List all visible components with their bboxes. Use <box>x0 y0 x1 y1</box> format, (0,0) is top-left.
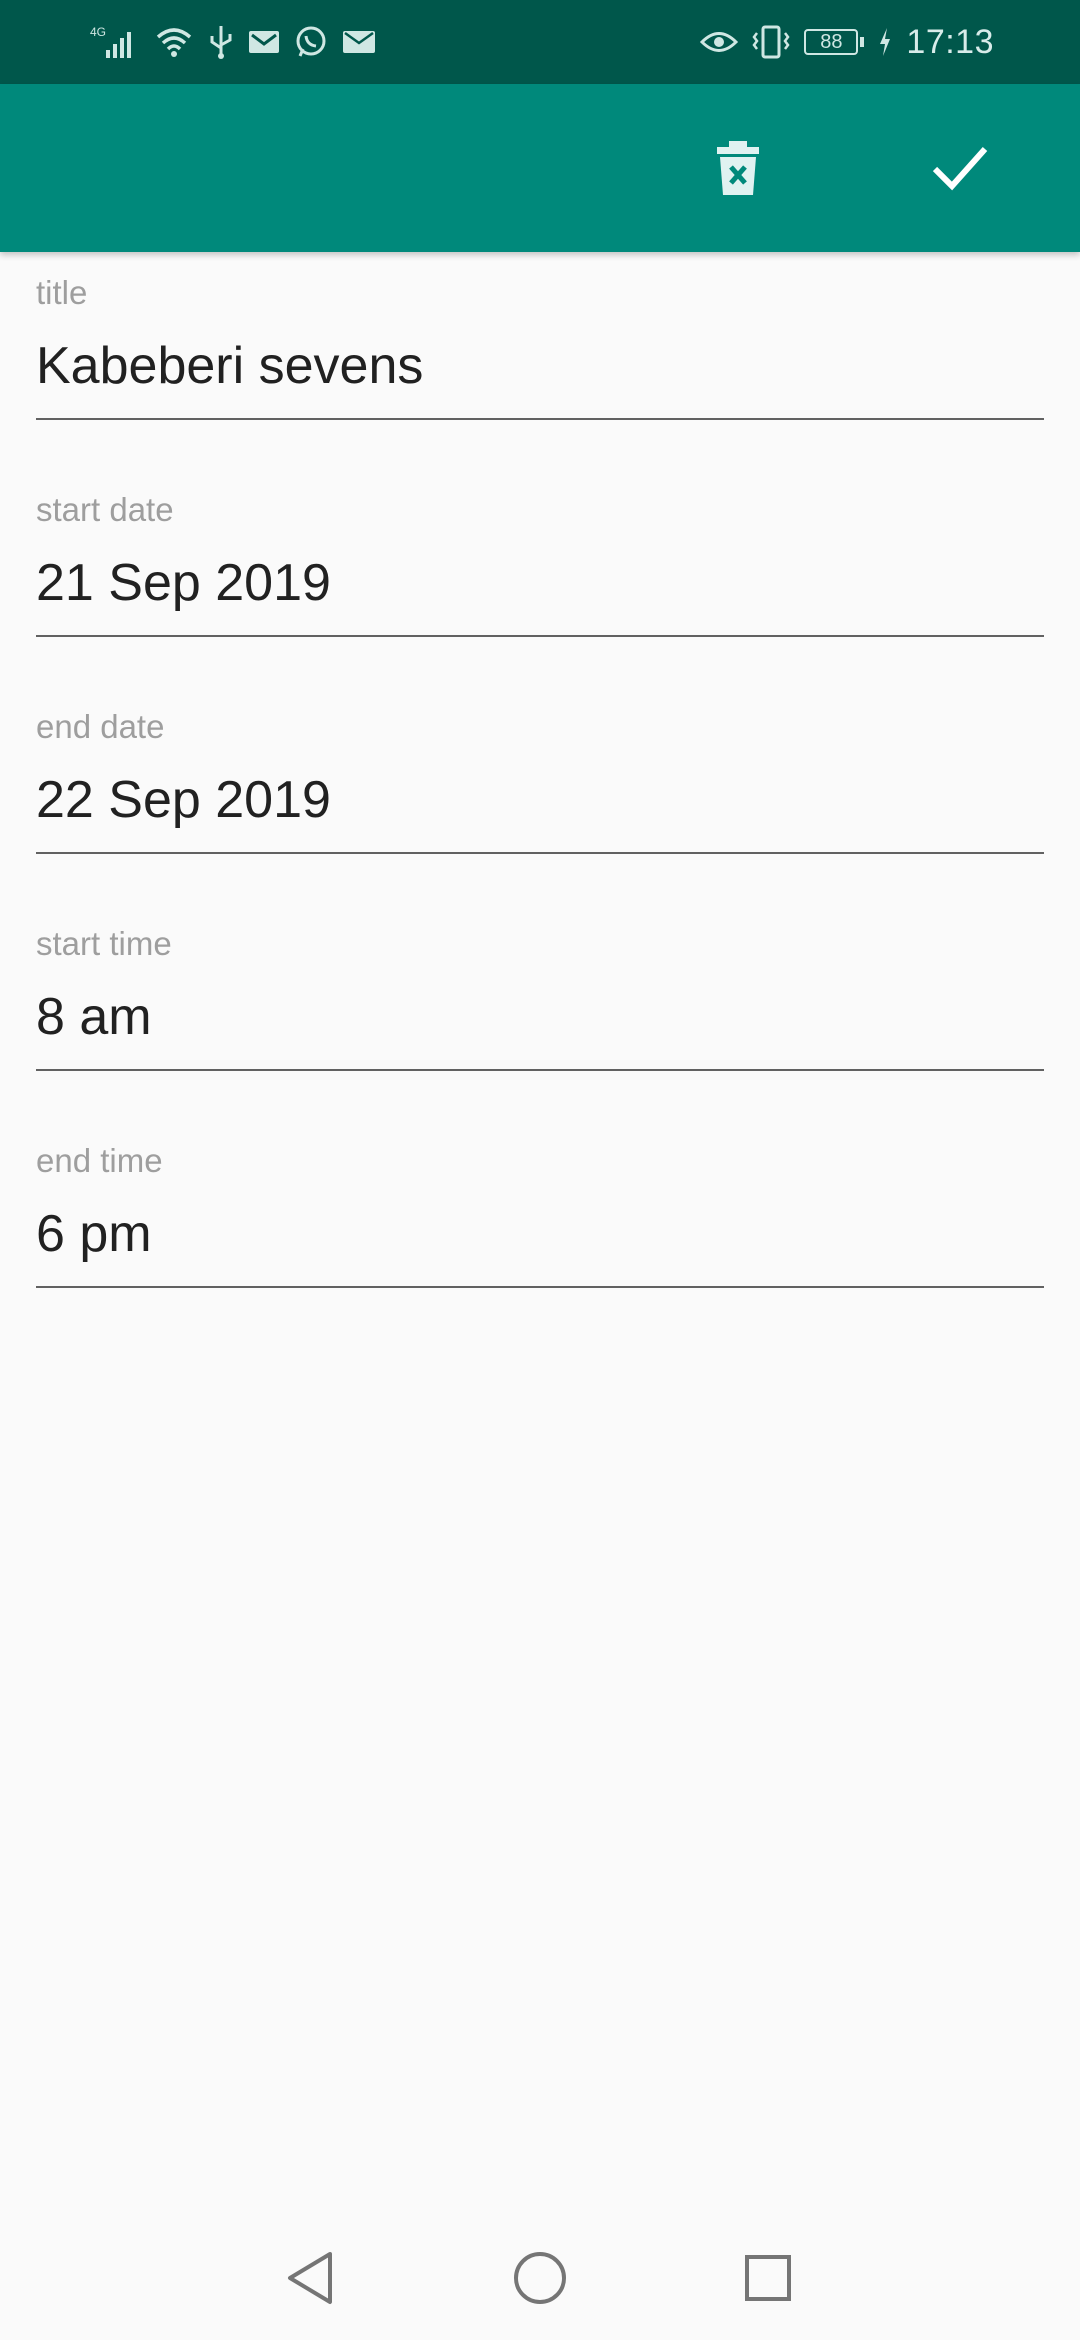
battery-level: 88 <box>804 29 859 55</box>
app-bar <box>0 84 1080 252</box>
mail-icon <box>342 29 376 55</box>
eye-comfort-icon <box>700 27 739 57</box>
back-button[interactable] <box>268 2238 352 2322</box>
field-label: start date <box>36 491 174 528</box>
start-date-field[interactable]: start date 21 Sep 2019 <box>36 469 1044 669</box>
title-input[interactable]: Kabeberi sevens <box>36 332 1044 400</box>
start-date-input[interactable]: 21 Sep 2019 <box>36 549 1044 617</box>
end-time-input[interactable]: 6 pm <box>36 1200 1044 1268</box>
gmail-icon <box>248 29 280 55</box>
wifi-icon <box>154 25 194 59</box>
field-label: end date <box>36 708 165 745</box>
end-date-field[interactable]: end date 22 Sep 2019 <box>36 686 1044 886</box>
vibrate-icon <box>752 25 790 59</box>
field-underline <box>36 635 1044 637</box>
system-nav-bar <box>0 2220 1080 2340</box>
home-icon <box>512 2250 568 2311</box>
field-underline <box>36 852 1044 854</box>
check-icon <box>932 145 988 196</box>
recents-button[interactable] <box>726 2238 810 2322</box>
whatsapp-icon <box>294 25 328 59</box>
battery-icon: 88 <box>804 29 865 55</box>
status-bar: 4G 88 17:13 <box>0 0 1080 84</box>
field-underline <box>36 418 1044 420</box>
field-underline <box>36 1069 1044 1071</box>
delete-icon <box>715 139 761 202</box>
end-date-input[interactable]: 22 Sep 2019 <box>36 766 1044 834</box>
event-edit-screen: 4G 88 17:13 title Kabeberi sevens start … <box>0 0 1080 2340</box>
field-label: end time <box>36 1142 163 1179</box>
field-underline <box>36 1286 1044 1288</box>
delete-button[interactable] <box>696 128 780 212</box>
status-right-icons: 88 17:13 <box>700 22 994 62</box>
home-button[interactable] <box>498 2238 582 2322</box>
usb-icon <box>208 24 234 60</box>
status-left-icons: 4G <box>90 22 376 62</box>
network-type-label: 4G <box>90 25 106 39</box>
start-time-field[interactable]: start time 8 am <box>36 903 1044 1103</box>
title-field[interactable]: title Kabeberi sevens <box>36 252 1044 452</box>
back-icon <box>284 2250 336 2311</box>
recents-icon <box>743 2253 793 2308</box>
field-label: title <box>36 274 88 311</box>
save-button[interactable] <box>918 128 1002 212</box>
field-label: start time <box>36 925 172 962</box>
charging-icon <box>878 27 892 57</box>
end-time-field[interactable]: end time 6 pm <box>36 1120 1044 1320</box>
signal-icon: 4G <box>90 24 140 60</box>
start-time-input[interactable]: 8 am <box>36 983 1044 1051</box>
status-time: 17:13 <box>906 22 994 61</box>
